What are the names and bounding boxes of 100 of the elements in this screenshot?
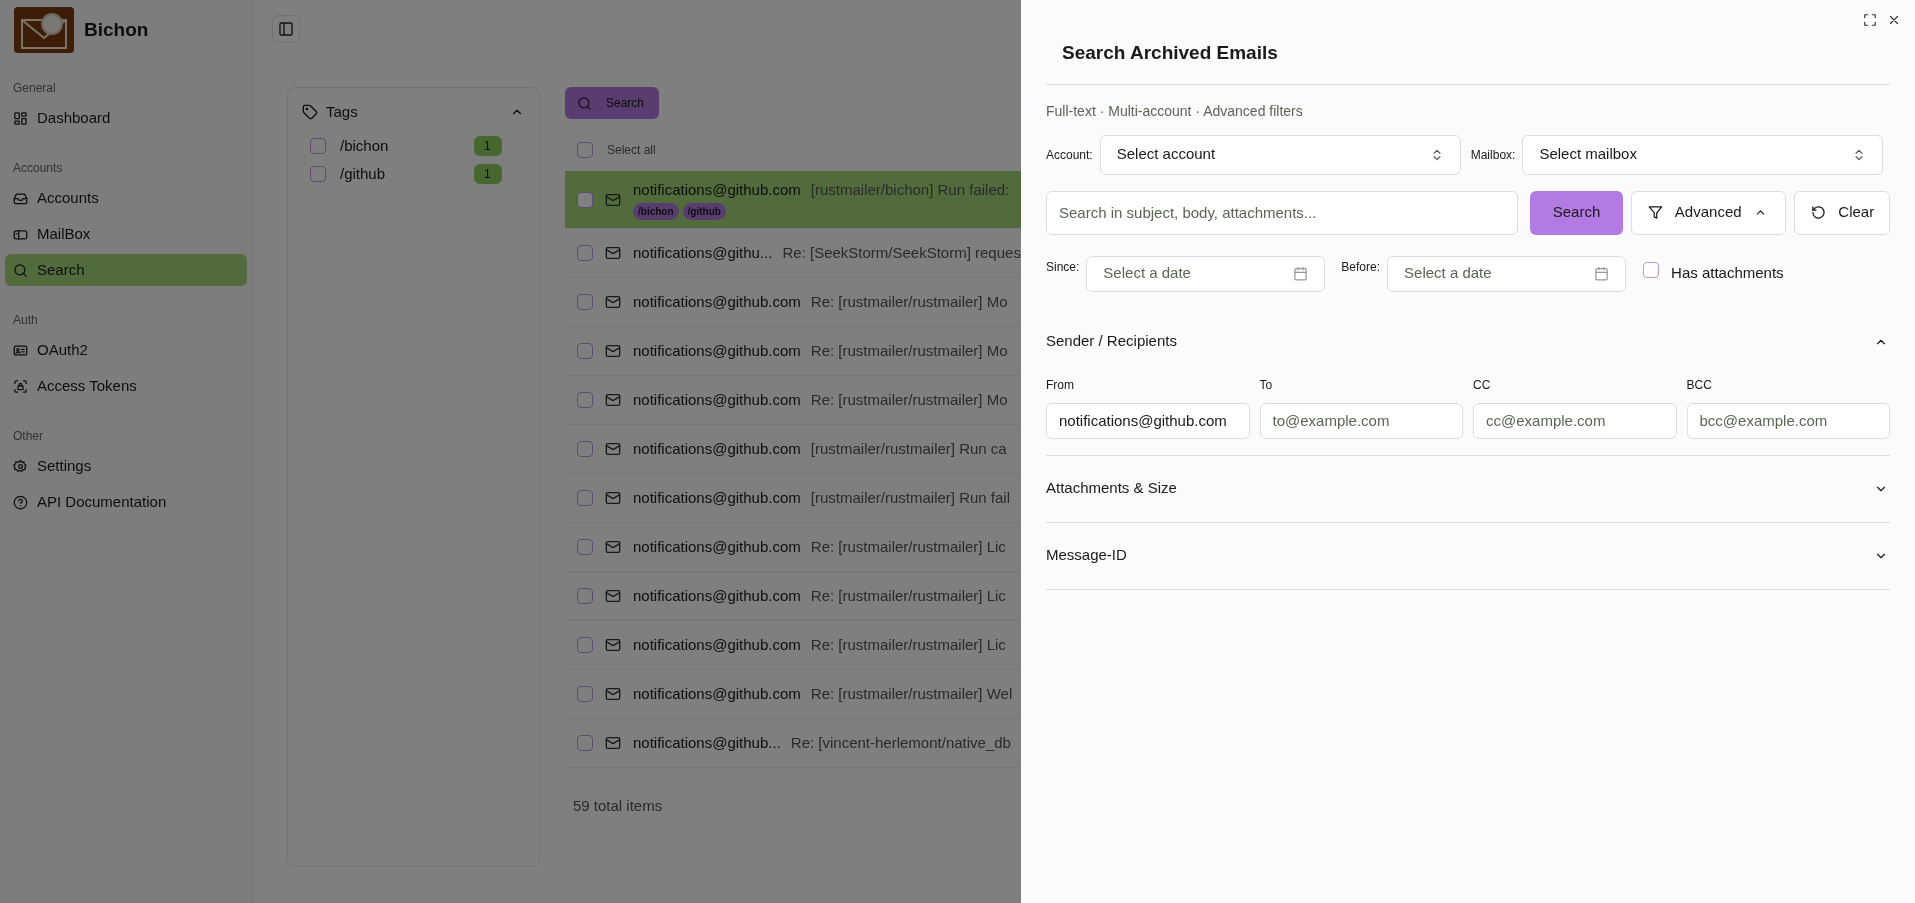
email-sender: notifications@github.com	[633, 291, 801, 312]
mail-icon	[605, 686, 621, 702]
field-label: Before:	[1341, 258, 1381, 276]
advanced-button[interactable]: Advanced	[1630, 190, 1787, 235]
help-circle-icon	[13, 494, 28, 510]
attachments-checkbox[interactable]	[1643, 262, 1660, 279]
row-checkbox[interactable]	[577, 441, 593, 457]
count-badge: 1	[474, 164, 502, 184]
email-sender: notifications@github.com	[633, 487, 801, 508]
email-sender: notifications@github.com	[633, 536, 801, 557]
search-input[interactable]: Search in subject, body, attachments...	[1046, 190, 1519, 235]
text-input[interactable]: bcc@example.com	[1686, 402, 1890, 439]
row-checkbox[interactable]	[577, 294, 593, 310]
sidebar-item[interactable]: Dashboard	[5, 102, 247, 134]
field-label: CC	[1473, 376, 1492, 394]
checkbox-label: Has attachments	[1671, 263, 1784, 284]
mail-icon	[605, 588, 621, 604]
sidebar-toggle-button[interactable]	[272, 15, 300, 43]
row-checkbox[interactable]	[577, 490, 593, 506]
sidebar-item[interactable]: Accounts	[5, 182, 247, 214]
fullscreen-button[interactable]	[1863, 13, 1877, 27]
field-label: Mailbox:	[1470, 146, 1516, 164]
field-label: BCC	[1686, 376, 1713, 394]
tag-chip: /github	[682, 203, 726, 221]
mail-icon	[605, 245, 621, 261]
search-submit-button[interactable]: Search	[1530, 190, 1623, 235]
before-date-picker[interactable]: Select a date	[1387, 255, 1627, 292]
close-icon	[1887, 13, 1901, 27]
app-name: Bichon	[84, 17, 149, 42]
row-checkbox[interactable]	[577, 392, 593, 408]
filter-icon	[1647, 205, 1663, 220]
email-sender: notifications@github.com	[633, 179, 801, 200]
row-checkbox[interactable]	[577, 686, 593, 702]
email-subject: Re: [rustmailer/rustmailer] Lic	[810, 536, 1006, 557]
select-all-label: Select all	[607, 142, 656, 159]
tag-checkbox[interactable]	[310, 166, 326, 182]
tag-chip: /bichon	[633, 203, 679, 221]
section-header[interactable]: Sender / Recipients	[1046, 315, 1890, 368]
sidebar-item[interactable]: API Documentation	[5, 486, 247, 518]
clear-button[interactable]: Clear	[1794, 190, 1890, 235]
inbox-icon	[13, 190, 28, 206]
search-icon	[577, 95, 592, 111]
tag-icon	[302, 104, 318, 120]
mail-icon	[605, 343, 621, 359]
email-sender: notifications@github.com	[633, 340, 801, 361]
email-subject: [rustmailer/rustmailer] Run fail	[810, 487, 1011, 508]
logo-icon	[14, 7, 74, 53]
text-input[interactable]: cc@example.com	[1473, 402, 1677, 439]
scan-lock-icon	[13, 378, 28, 394]
mailbox-select[interactable]: Select mailbox	[1522, 134, 1884, 175]
sidebar-group-label: Other	[12, 428, 44, 445]
email-subject: Re: [rustmailer/rustmailer] Mo	[810, 340, 1008, 361]
sidebar-item[interactable]: Settings	[5, 450, 247, 482]
mail-icon	[605, 392, 621, 408]
email-sender: notifications@github.com	[633, 389, 801, 410]
row-checkbox[interactable]	[577, 245, 593, 261]
sidebar-item[interactable]: Search	[5, 254, 247, 286]
row-checkbox[interactable]	[577, 588, 593, 604]
search-icon	[13, 262, 28, 278]
text-input[interactable]: notifications@github.com	[1046, 402, 1250, 439]
sidebar-item[interactable]: MailBox	[5, 218, 247, 250]
email-subject: Re: [rustmailer/rustmailer] Wel	[810, 683, 1013, 704]
tag-label: /github	[340, 163, 387, 184]
section-header[interactable]: Attachments & Size	[1046, 455, 1890, 522]
section-header[interactable]: Message-ID	[1046, 522, 1890, 589]
sidebar-item[interactable]: Access Tokens	[5, 370, 247, 402]
calendar-icon	[1594, 266, 1610, 281]
mail-icon	[605, 191, 621, 208]
reset-icon	[1811, 205, 1827, 220]
row-checkbox[interactable]	[577, 191, 593, 208]
text-input[interactable]: to@example.com	[1259, 402, 1463, 439]
calendar-icon	[1293, 266, 1309, 281]
sidebar-group-label: Auth	[12, 312, 39, 329]
tag-label: /bichon	[340, 135, 390, 156]
sidebar-item[interactable]: OAuth2	[5, 334, 247, 366]
field-label: Since:	[1046, 258, 1080, 276]
drawer-title: Search Archived Emails	[1046, 0, 1890, 85]
email-sender: notifications@github.com	[633, 683, 801, 704]
email-subject: Re: [rustmailer/rustmailer] Lic	[810, 634, 1006, 655]
field-label: Account:	[1046, 146, 1093, 164]
since-date-picker[interactable]: Select a date	[1086, 255, 1326, 292]
sidebar-toggle-icon	[278, 21, 294, 37]
mail-icon	[605, 294, 621, 310]
expand-icon	[1863, 13, 1877, 27]
close-button[interactable]	[1887, 13, 1901, 27]
count-badge: 1	[474, 136, 502, 156]
dashboard-icon	[13, 110, 28, 126]
row-checkbox[interactable]	[577, 539, 593, 555]
drawer-subtitle: Full-text · Multi-account · Advanced filters	[1046, 101, 1304, 121]
email-subject: Re: [SeekStorm/SeekStorm] reques	[782, 242, 1021, 263]
field-label: From	[1046, 376, 1075, 394]
total-items-count: 59 total items	[572, 796, 664, 816]
account-select[interactable]: Select account	[1099, 134, 1461, 175]
select-all-checkbox[interactable]	[577, 142, 593, 158]
email-subject: Re: [rustmailer/rustmailer] Mo	[810, 389, 1008, 410]
row-checkbox[interactable]	[577, 735, 593, 751]
settings-icon	[13, 458, 28, 474]
tag-checkbox[interactable]	[310, 138, 326, 154]
row-checkbox[interactable]	[577, 343, 593, 359]
row-checkbox[interactable]	[577, 637, 593, 653]
